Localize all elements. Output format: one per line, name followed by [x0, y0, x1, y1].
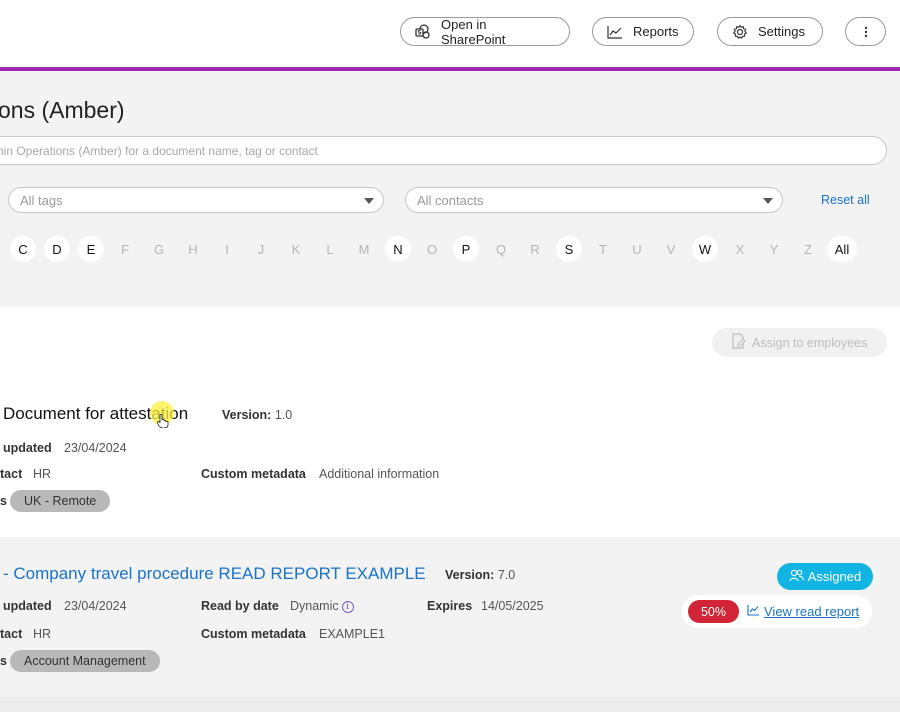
letter-filter[interactable]: H	[180, 236, 206, 262]
letter-filter-all[interactable]: All	[827, 236, 857, 262]
letter-filter[interactable]: D	[44, 236, 70, 262]
sharepoint-icon: S	[415, 23, 431, 40]
letter-filter-bar: C D E F G H I J K L M N O P Q R S T U V …	[0, 236, 900, 266]
read-report-box: 50% View read report	[682, 595, 872, 628]
contact-value: HR	[33, 627, 52, 641]
contact-label: tact	[0, 467, 23, 481]
letter-filter[interactable]: C	[10, 236, 36, 262]
last-updated-value: 23/04/2024	[64, 441, 127, 455]
letter-filter[interactable]: F	[112, 236, 138, 262]
filter-panel: ons (Amber) All tags All contacts Reset …	[0, 71, 900, 307]
letter-filter[interactable]: O	[419, 236, 445, 262]
open-in-sharepoint-button[interactable]: S Open in SharePoint	[400, 16, 570, 47]
letter-filter[interactable]: G	[146, 236, 172, 262]
letter-filter[interactable]: J	[248, 236, 274, 262]
letter-filter[interactable]: Y	[761, 236, 787, 262]
letter-filter[interactable]: Z	[795, 236, 821, 262]
info-icon[interactable]: i	[341, 600, 354, 613]
letter-filter[interactable]: L	[317, 236, 343, 262]
reset-all-link[interactable]: Reset all	[821, 193, 870, 207]
tag-chip[interactable]: Account Management	[10, 650, 160, 672]
last-updated-label: updated	[3, 441, 52, 455]
custom-metadata-label: Custom metadata	[201, 467, 306, 481]
custom-metadata-value: EXAMPLE1	[319, 627, 386, 641]
view-read-report-label: View read report	[764, 604, 860, 619]
letter-filter[interactable]: K	[283, 236, 309, 262]
chevron-down-icon	[364, 198, 374, 204]
svg-text:S: S	[417, 29, 421, 36]
tags-label: s	[0, 654, 7, 668]
version-value: 1.0	[274, 408, 293, 422]
list-footer-strip	[0, 697, 900, 712]
tags-select[interactable]: All tags	[8, 187, 384, 213]
letter-filter[interactable]: U	[624, 236, 650, 262]
letter-filter[interactable]: W	[692, 236, 718, 262]
letter-filter[interactable]: R	[522, 236, 548, 262]
version-label: Version:	[222, 408, 272, 422]
document-version: Version: 1.0	[222, 408, 292, 422]
assigned-label: Assigned	[807, 569, 862, 584]
view-read-report-link[interactable]: View read report	[747, 604, 859, 619]
reports-label: Reports	[633, 24, 679, 39]
settings-button[interactable]: Settings	[717, 17, 823, 46]
chart-line-icon	[607, 25, 623, 39]
contacts-select-value: All contacts	[417, 192, 484, 208]
letter-filter[interactable]: T	[590, 236, 616, 262]
tags-select-value: All tags	[20, 192, 63, 208]
mouse-cursor-icon	[150, 401, 174, 428]
read-by-date-text: Dynamic	[290, 599, 339, 613]
document-row: Document for attestation Version: 1.0 up…	[0, 385, 900, 537]
last-updated-label: updated	[3, 599, 52, 613]
open-in-sharepoint-label: Open in SharePoint	[441, 16, 506, 47]
contacts-select[interactable]: All contacts	[405, 187, 783, 213]
letter-filter[interactable]: V	[658, 236, 684, 262]
letter-filter[interactable]: N	[385, 236, 411, 262]
assign-to-employees-button[interactable]: Assign to employees	[712, 328, 887, 357]
chart-line-icon	[747, 604, 760, 619]
contact-label: tact	[0, 627, 23, 641]
document-title-link[interactable]: - Company travel procedure READ REPORT E…	[3, 564, 426, 584]
top-toolbar: S Open in SharePoint Reports Settings	[0, 0, 900, 67]
expires-value: 14/05/2025	[481, 599, 544, 613]
assign-to-employees-label: Assign to employees	[752, 335, 868, 350]
custom-metadata-label: Custom metadata	[201, 627, 306, 641]
contact-value: HR	[33, 467, 52, 481]
expires-label: Expires	[427, 599, 473, 613]
letter-filter[interactable]: I	[214, 236, 240, 262]
page-title: ons (Amber)	[0, 97, 125, 123]
custom-metadata-value: Additional information	[319, 467, 440, 481]
letter-filter[interactable]: E	[78, 236, 104, 262]
letter-filter[interactable]: P	[453, 236, 479, 262]
tag-chip[interactable]: UK - Remote	[10, 490, 111, 512]
more-options-button[interactable]	[845, 17, 886, 46]
version-label: Version:	[445, 568, 495, 582]
more-vertical-icon	[864, 26, 868, 38]
assigned-status-button[interactable]: Assigned	[777, 563, 873, 590]
document-row: - Company travel procedure READ REPORT E…	[0, 537, 900, 697]
letter-filter[interactable]: Q	[488, 236, 514, 262]
search-input[interactable]	[0, 136, 887, 165]
last-updated-value: 23/04/2024	[64, 599, 127, 613]
reports-button[interactable]: Reports	[592, 17, 694, 46]
read-by-date-label: Read by date	[201, 599, 279, 613]
version-value: 7.0	[497, 568, 516, 582]
letter-filter[interactable]: S	[556, 236, 582, 262]
assign-document-icon	[730, 333, 746, 352]
chevron-down-icon	[763, 198, 773, 204]
users-icon	[788, 569, 804, 585]
gear-icon	[732, 24, 748, 40]
read-percent-badge: 50%	[688, 600, 739, 623]
tags-label: s	[0, 494, 7, 508]
document-version: Version: 7.0	[445, 568, 515, 582]
read-by-date-value: Dynamic i	[290, 599, 354, 613]
letter-filter[interactable]: M	[351, 236, 377, 262]
letter-filter[interactable]: X	[727, 236, 753, 262]
settings-label: Settings	[758, 24, 805, 39]
